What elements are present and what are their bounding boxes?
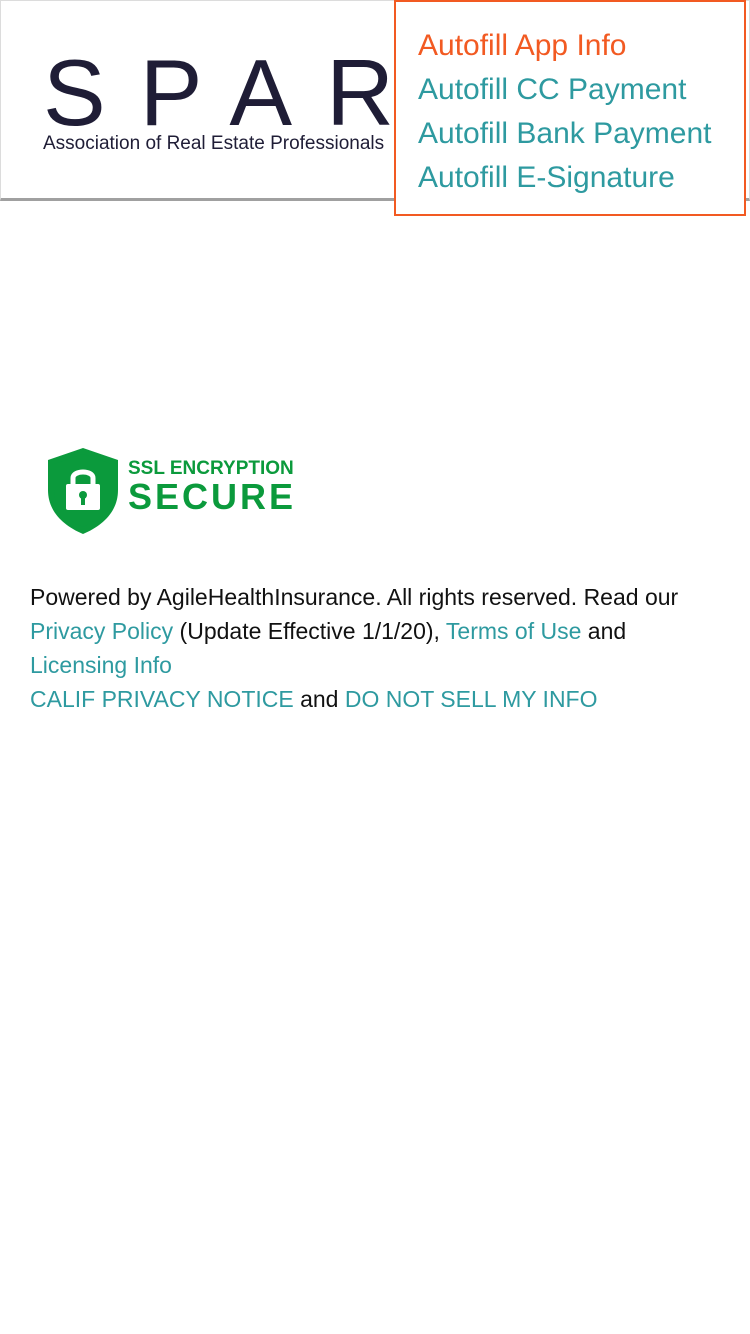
logo-tagline: Association of Real Estate Professionals [43,133,385,154]
and-text: and [587,618,627,644]
and-text-2: and [300,686,339,712]
update-effective-text: (Update Effective 1/1/20), [179,618,440,644]
terms-of-use-link[interactable]: Terms of Use [446,618,581,644]
calif-privacy-notice-link[interactable]: CALIF PRIVACY NOTICE [30,686,294,712]
ssl-secure-badge: SSL ENCRYPTION SECURE [46,446,316,538]
autofill-menu: Autofill App Info Autofill CC Payment Au… [394,0,746,216]
page: SPARK Association of Real Estate Profess… [0,0,750,1334]
footer-legal: Powered by AgileHealthInsurance. All rig… [30,580,730,716]
powered-by-text: Powered by AgileHealthInsurance. All rig… [30,584,679,610]
lock-shield-icon [48,448,118,534]
ssl-secure-label: SECURE [128,476,297,517]
autofill-cc-payment-link[interactable]: Autofill CC Payment [418,68,744,112]
autofill-app-info-link[interactable]: Autofill App Info [418,24,744,68]
do-not-sell-link[interactable]: DO NOT SELL MY INFO [345,686,598,712]
spark-logo[interactable]: SPARK Association of Real Estate Profess… [43,49,403,169]
autofill-e-signature-link[interactable]: Autofill E-Signature [418,156,744,200]
autofill-bank-payment-link[interactable]: Autofill Bank Payment [418,112,744,156]
licensing-info-link[interactable]: Licensing Info [30,652,172,678]
privacy-policy-link[interactable]: Privacy Policy [30,618,173,644]
